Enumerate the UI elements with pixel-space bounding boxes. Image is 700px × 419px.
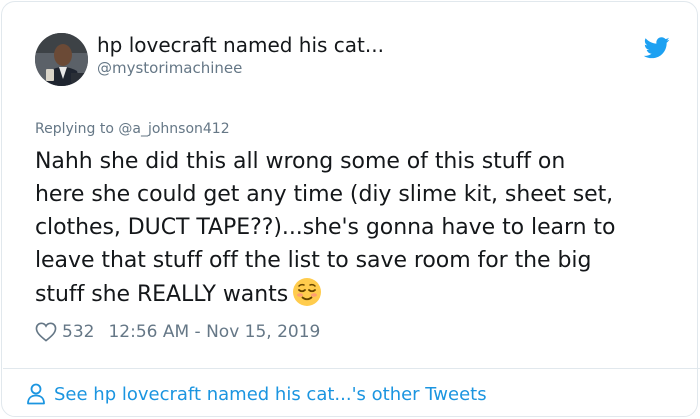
tweet-text-line: clothes, DUCT TAPE??)...she's gonna have…: [35, 215, 616, 240]
author-display-name[interactable]: hp lovecraft named his cat...: [97, 33, 384, 57]
tweet-text-line: leave that stuff off the list to save ro…: [35, 248, 592, 273]
replying-to-handle-link[interactable]: @a_johnson412: [118, 121, 229, 137]
heart-outline-icon[interactable]: [35, 322, 57, 342]
person-outline-icon: [27, 383, 45, 405]
tweet-text-line: stuff she REALLY wants: [35, 282, 289, 307]
twitter-bird-icon[interactable]: [644, 37, 670, 59]
card-divider: [3, 368, 700, 369]
avatar-photo: [35, 33, 88, 86]
tweet-timestamp[interactable]: 12:56 AM - Nov 15, 2019: [108, 322, 320, 342]
tweet-text-line: here she could get any time (diy slime k…: [35, 182, 614, 207]
tweet-meta-row: 532 12:56 AM - Nov 15, 2019: [35, 320, 320, 344]
replying-to-label: Replying to: [35, 121, 114, 137]
relieved-face-emoji-icon: [293, 278, 322, 306]
tweet-text-line-last: stuff she REALLY wants: [35, 277, 675, 311]
like-count[interactable]: 532: [62, 322, 94, 342]
tweet-text-line: Nahh she did this all wrong some of this…: [35, 149, 566, 174]
author-handle[interactable]: @mystorimachinee: [97, 59, 242, 77]
author-avatar[interactable]: [35, 33, 88, 86]
tweet-body-text: Nahh she did this all wrong some of this…: [35, 145, 675, 311]
embedded-tweet-card: hp lovecraft named his cat... @mystorima…: [1, 1, 700, 417]
replying-to-line: Replying to @a_johnson412: [35, 121, 230, 137]
see-other-tweets-link[interactable]: See hp lovecraft named his cat...'s othe…: [26, 383, 487, 405]
see-other-tweets-label: See hp lovecraft named his cat...'s othe…: [54, 383, 487, 405]
